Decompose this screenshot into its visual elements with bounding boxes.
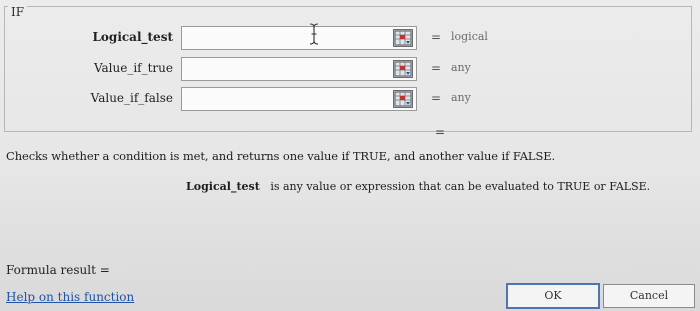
cancel-button[interactable]: Cancel (603, 284, 695, 308)
range-selector-icon[interactable] (393, 29, 413, 47)
value-if-false-label: Value_if_false (90, 91, 173, 105)
equals-sign: = (431, 30, 442, 44)
range-selector-icon[interactable] (393, 60, 413, 78)
range-selector-icon[interactable] (393, 90, 413, 108)
help-on-function-link[interactable]: Help on this function (6, 290, 134, 304)
ok-button[interactable]: OK (506, 283, 600, 309)
value-if-false-result: any (451, 91, 471, 104)
value-if-true-label: Value_if_true (93, 61, 173, 75)
logical-test-input[interactable] (181, 26, 417, 50)
equals-sign: = (431, 61, 442, 75)
value-if-true-input[interactable] (181, 57, 417, 81)
logical-test-result: logical (451, 30, 488, 43)
value-if-true-result: any (451, 61, 471, 74)
function-arguments-dialog: IF Logical_test = logical Value_if_true … (0, 0, 700, 311)
function-arguments-group: IF Logical_test = logical Value_if_true … (4, 5, 693, 139)
formula-result: Formula result = (6, 263, 110, 277)
argument-row-value-if-false: Value_if_false = any (5, 87, 693, 113)
argument-row-logical-test: Logical_test = logical (5, 26, 693, 52)
argument-help: Logical_test is any value or expression … (186, 180, 650, 193)
value-if-false-input[interactable] (181, 87, 417, 111)
text-cursor-icon (309, 23, 319, 45)
logical-test-label: Logical_test (92, 30, 173, 44)
argument-help-text: is any value or expression that can be e… (270, 180, 651, 193)
function-name: IF (8, 5, 28, 19)
function-description: Checks whether a condition is met, and r… (6, 149, 556, 163)
argument-row-value-if-true: Value_if_true = any (5, 57, 693, 83)
equals-sign: = (431, 91, 442, 105)
function-result-equals: = (435, 125, 446, 139)
argument-help-name: Logical_test (186, 180, 260, 193)
